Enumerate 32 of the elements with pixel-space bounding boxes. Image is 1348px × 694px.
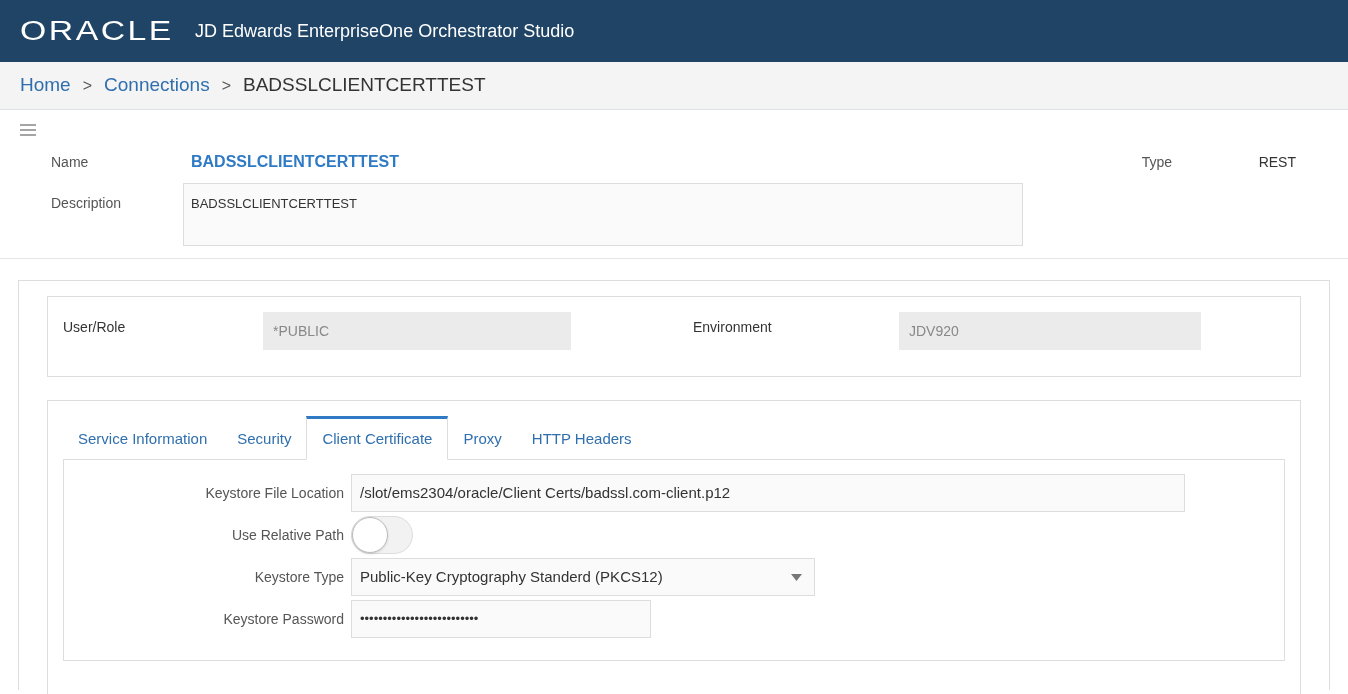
breadcrumb-separator: >: [221, 75, 231, 96]
tab[interactable]: HTTP Headers: [516, 419, 647, 459]
breadcrumb-link[interactable]: Home: [20, 71, 71, 100]
form-label: Keystore Password: [222, 609, 345, 629]
form-label: Keystore File Location: [204, 483, 345, 503]
type-value: REST: [1258, 152, 1296, 172]
oracle-logo: ORACLE: [20, 14, 174, 48]
breadcrumb-current: BADSSLCLIENTCERTTEST: [243, 73, 486, 98]
menu-icon[interactable]: [20, 124, 36, 136]
user-role-label: User/Role: [63, 318, 127, 337]
tab[interactable]: Security: [222, 419, 307, 459]
name-label: Name: [51, 152, 90, 172]
text-field[interactable]: /slot/ems2304/oracle/Client Certs/badssl.com-client.p12: [351, 474, 1185, 512]
caret-icon: [791, 573, 802, 581]
user-role-field: *PUBLIC: [263, 312, 571, 350]
tab[interactable]: Client Certificate: [306, 416, 449, 460]
form-label: Keystore Type: [253, 567, 345, 587]
description-label: Description: [51, 194, 123, 213]
breadcrumb-separator: >: [82, 75, 93, 96]
environment-field: JDV920: [899, 312, 1201, 350]
tab[interactable]: Service Information: [63, 419, 223, 459]
connection-name: BADSSLCLIENTCERTTEST: [191, 152, 399, 172]
type-label: Type: [1141, 152, 1173, 172]
tab[interactable]: Proxy: [448, 419, 517, 459]
app-title: JD Edwards EnterpriseOne Orchestrator Studio: [195, 19, 575, 43]
breadcrumb-link[interactable]: Connections: [104, 71, 210, 100]
toggle-switch[interactable]: [351, 516, 413, 554]
password-field[interactable]: ••••••••••••••••••••••••••: [351, 600, 651, 638]
description-field[interactable]: BADSSLCLIENTCERTTEST: [183, 183, 1023, 246]
environment-label: Environment: [693, 318, 773, 337]
select-field[interactable]: Public-Key Cryptography Standerd (PKCS12): [351, 558, 815, 596]
form-label: Use Relative Path: [230, 525, 345, 545]
